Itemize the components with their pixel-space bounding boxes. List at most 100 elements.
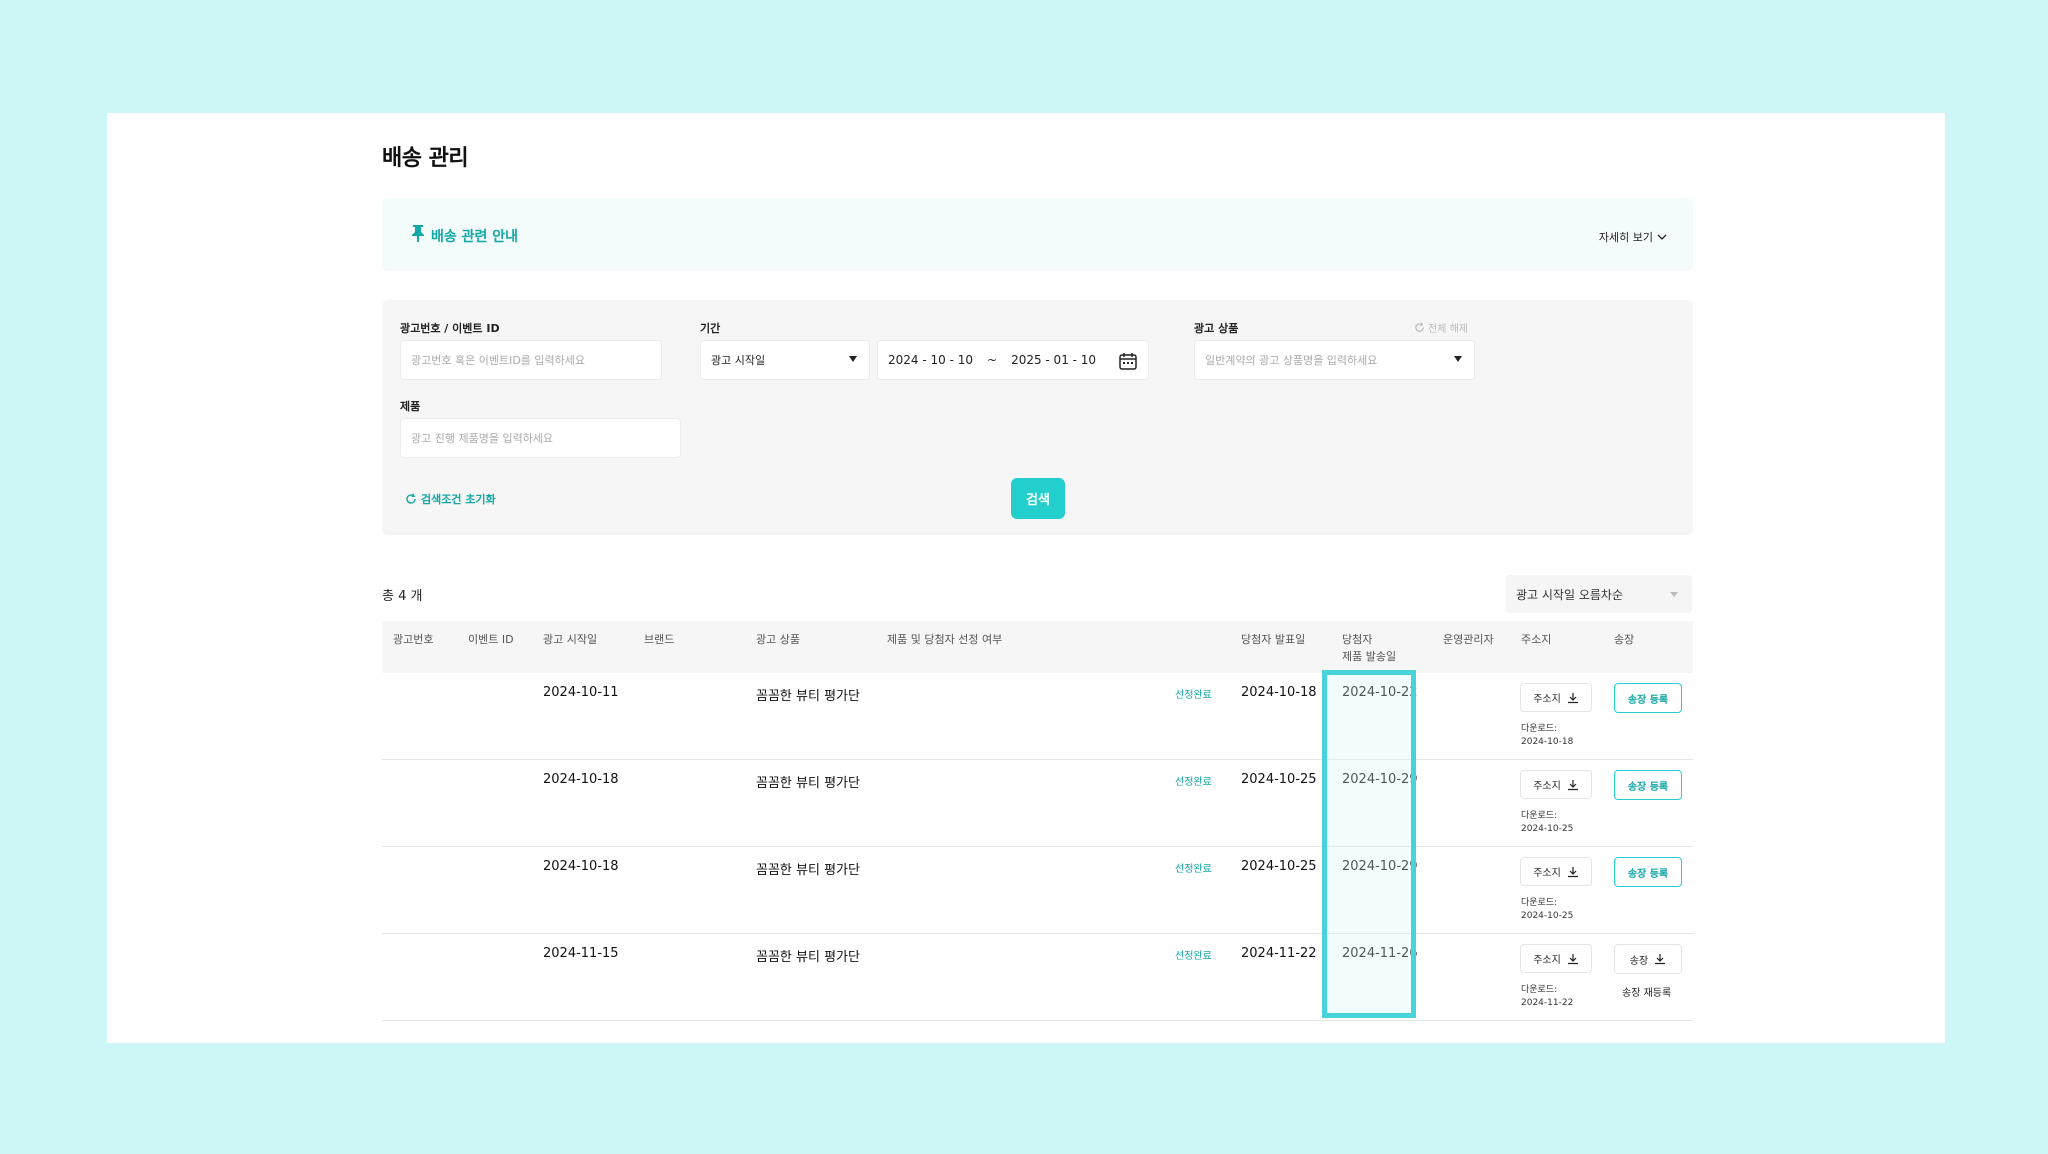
download-note-date: 2024-10-25 (1521, 911, 1574, 921)
caret-down-icon (1454, 356, 1462, 362)
th-ad-no: 광고번호 (393, 633, 434, 646)
download-icon (1567, 953, 1578, 964)
cell-selection-status: 선정완료 (1175, 864, 1212, 875)
table-header: 광고번호 이벤트 ID 광고 시작일 브랜드 광고 상품 제품 및 당첨자 선정… (382, 621, 1693, 673)
invoice-button-label: 송장 (1629, 955, 1649, 967)
sort-select[interactable]: 광고 시작일 오름차순 (1506, 575, 1692, 613)
download-note: 다운로드: 2024-10-18 (1521, 723, 1573, 749)
download-icon (1567, 866, 1578, 877)
address-button-label: 주소지 (1533, 955, 1561, 966)
th-start-date: 광고 시작일 (543, 633, 598, 646)
address-download-button[interactable]: 주소지 (1520, 857, 1592, 886)
th-ship-line2: 제품 발송일 (1342, 650, 1397, 663)
table-row: 2024-10-11 꼼꼼한 뷰티 평가단 선정완료 2024-10-18 20… (382, 673, 1693, 760)
download-icon (1567, 779, 1578, 790)
reset-conditions-button[interactable]: 검색조건 초기화 (405, 491, 496, 507)
th-selection: 제품 및 당첨자 선정 여부 (887, 633, 1003, 646)
period-type-select[interactable]: 광고 시작일 (700, 340, 870, 380)
invoice-reregister-link[interactable]: 송장 재등록 (1622, 984, 1671, 999)
caret-down-icon (849, 356, 857, 362)
address-download-button[interactable]: 주소지 (1520, 770, 1592, 799)
cell-selection-status: 선정완료 (1175, 951, 1212, 962)
chevron-down-icon (1657, 234, 1667, 240)
download-note: 다운로드: 2024-10-25 (1521, 810, 1573, 836)
content-area: 배송 관리 배송 관련 안내 자세히 보기 광고번호 / 이벤트 ID 광고번호… (375, 113, 1693, 1043)
table-row: 2024-11-15 꼼꼼한 뷰티 평가단 선정완료 2024-11-22 20… (382, 934, 1693, 1021)
download-note: 다운로드: 2024-10-25 (1521, 897, 1573, 923)
item-placeholder: 광고 진행 제품명을 입력하세요 (411, 432, 554, 445)
download-note-date: 2024-10-25 (1521, 824, 1574, 834)
address-download-button[interactable]: 주소지 (1520, 683, 1592, 712)
caret-down-icon (1670, 592, 1678, 597)
ad-id-placeholder: 광고번호 혹은 이벤트ID를 입력하세요 (411, 354, 586, 367)
address-download-button[interactable]: 주소지 (1520, 944, 1592, 973)
date-range-picker[interactable]: 2024 - 10 - 10 ~ 2025 - 01 - 10 (877, 340, 1149, 380)
table-row: 2024-10-18 꼼꼼한 뷰티 평가단 선정완료 2024-10-25 20… (382, 847, 1693, 934)
cell-announce-date: 2024-10-25 (1241, 772, 1317, 787)
th-product: 광고 상품 (756, 633, 800, 646)
th-brand: 브랜드 (644, 633, 675, 646)
th-ship-date: 당첨자 제품 발송일 (1342, 631, 1396, 665)
download-note-date: 2024-11-22 (1521, 998, 1574, 1008)
th-address: 주소지 (1521, 633, 1552, 646)
search-button[interactable]: 검색 (1011, 478, 1065, 519)
cell-start-date: 2024-11-15 (543, 946, 619, 961)
address-button-label: 주소지 (1533, 868, 1561, 879)
pin-icon (412, 225, 424, 242)
invoice-register-button[interactable]: 송장 등록 (1614, 857, 1682, 887)
item-input[interactable]: 광고 진행 제품명을 입력하세요 (400, 418, 681, 458)
calendar-icon[interactable] (1118, 351, 1138, 371)
sort-value: 광고 시작일 오름차순 (1516, 587, 1623, 602)
total-count: 총 4 개 (382, 589, 423, 604)
item-label: 제품 (400, 400, 421, 413)
cell-product: 꼼꼼한 뷰티 평가단 (756, 863, 860, 878)
address-button-label: 주소지 (1533, 781, 1561, 792)
th-event-id: 이벤트 ID (468, 633, 514, 646)
invoice-download-button[interactable]: 송장 (1614, 944, 1682, 974)
cell-selection-status: 선정완료 (1175, 777, 1212, 788)
notice-banner: 배송 관련 안내 자세히 보기 (382, 198, 1693, 271)
ad-id-label: 광고번호 / 이벤트 ID (400, 322, 500, 335)
cell-start-date: 2024-10-18 (543, 859, 619, 874)
notice-more-label: 자세히 보기 (1598, 231, 1653, 244)
cell-product: 꼼꼼한 뷰티 평가단 (756, 776, 860, 791)
reset-conditions-label: 검색조건 초기화 (421, 493, 496, 506)
th-manager: 운영관리자 (1443, 633, 1494, 646)
product-placeholder: 일반계약의 광고 상품명을 입력하세요 (1205, 354, 1378, 367)
download-note-label: 다운로드: (1521, 898, 1558, 908)
product-label: 광고 상품 (1194, 322, 1239, 335)
cell-product: 꼼꼼한 뷰티 평가단 (756, 689, 860, 704)
reset-all-label: 전체 해제 (1428, 324, 1468, 335)
ship-date-highlight (1322, 670, 1416, 1018)
date-separator: ~ (987, 353, 998, 367)
date-start: 2024 - 10 - 10 (888, 353, 973, 367)
cell-start-date: 2024-10-11 (543, 685, 619, 700)
cell-announce-date: 2024-10-25 (1241, 859, 1317, 874)
ad-id-input[interactable]: 광고번호 혹은 이벤트ID를 입력하세요 (400, 340, 662, 380)
invoice-register-button[interactable]: 송장 등록 (1614, 770, 1682, 800)
product-select[interactable]: 일반계약의 광고 상품명을 입력하세요 (1194, 340, 1475, 380)
table-row: 2024-10-18 꼼꼼한 뷰티 평가단 선정완료 2024-10-25 20… (382, 760, 1693, 847)
filter-panel: 광고번호 / 이벤트 ID 광고번호 혹은 이벤트ID를 입력하세요 기간 광고… (382, 300, 1693, 535)
refresh-icon (1415, 322, 1424, 332)
invoice-register-button[interactable]: 송장 등록 (1614, 683, 1682, 713)
notice-label: 배송 관련 안내 (431, 229, 519, 245)
period-type-value: 광고 시작일 (711, 354, 766, 367)
cell-announce-date: 2024-10-18 (1241, 685, 1317, 700)
date-end: 2025 - 01 - 10 (1011, 353, 1097, 367)
th-announce: 당첨자 발표일 (1241, 633, 1306, 646)
cell-product: 꼼꼼한 뷰티 평가단 (756, 950, 860, 965)
download-note-label: 다운로드: (1521, 724, 1558, 734)
reset-all-button[interactable]: 전체 해제 (1414, 320, 1468, 335)
download-note-label: 다운로드: (1521, 811, 1558, 821)
page-title: 배송 관리 (382, 146, 469, 171)
cell-selection-status: 선정완료 (1175, 690, 1212, 701)
period-label: 기간 (700, 322, 721, 335)
main-panel: 배송 관리 배송 관련 안내 자세히 보기 광고번호 / 이벤트 ID 광고번호… (107, 113, 1945, 1043)
download-note-date: 2024-10-18 (1521, 737, 1574, 747)
refresh-icon (406, 493, 416, 504)
download-icon (1655, 954, 1666, 965)
notice-more-button[interactable]: 자세히 보기 (1599, 229, 1667, 245)
th-invoice: 송장 (1614, 633, 1635, 646)
download-note-label: 다운로드: (1521, 985, 1558, 995)
